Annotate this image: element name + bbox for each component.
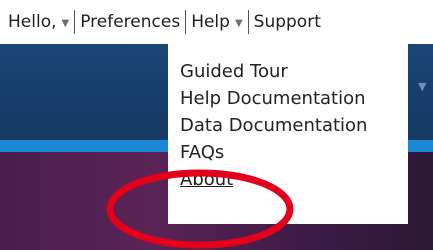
chevron-down-icon: ▼ [418,80,427,93]
top-nav-bar: Hello, ▼ Preferences Help ▼ Support [0,0,433,44]
help-menu[interactable]: Help ▼ [187,7,246,37]
nav-divider [185,10,187,34]
help-label: Help [191,12,230,32]
hello-user-menu[interactable]: Hello, ▼ [4,7,73,37]
preferences-link[interactable]: Preferences [76,7,184,37]
menu-item-guided-tour[interactable]: Guided Tour [180,58,408,85]
chevron-down-icon: ▼ [61,17,70,29]
help-dropdown-menu: Guided Tour Help Documentation Data Docu… [168,44,408,224]
preferences-label: Preferences [80,12,181,32]
nav-divider [74,10,76,34]
chevron-down-icon: ▼ [234,17,243,29]
nav-divider [247,10,249,34]
menu-item-about[interactable]: About [180,166,408,193]
menu-item-faqs[interactable]: FAQs [180,139,408,166]
support-link[interactable]: Support [250,7,325,37]
menu-item-data-documentation[interactable]: Data Documentation [180,112,408,139]
support-label: Support [253,12,321,32]
menu-item-help-documentation[interactable]: Help Documentation [180,85,408,112]
hello-label: Hello, [8,12,57,32]
